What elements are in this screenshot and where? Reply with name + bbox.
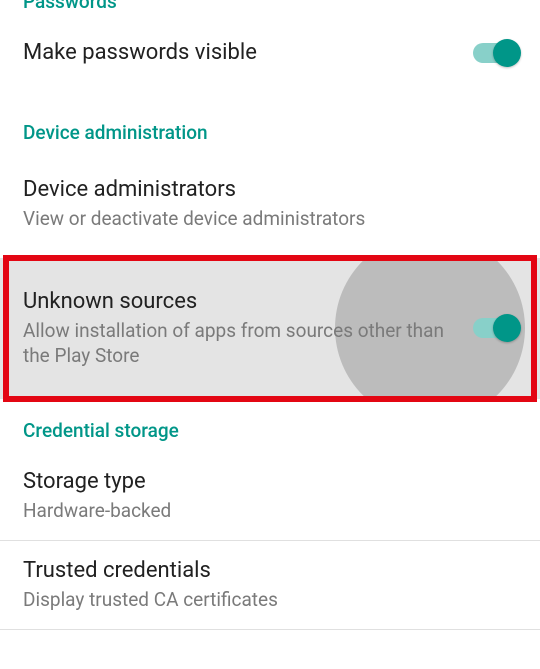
row-device-administrators[interactable]: Device administrators View or deactivate… <box>0 160 540 248</box>
row-text: Device administrators View or deactivate… <box>23 176 517 232</box>
section-header-passwords: Passwords <box>0 0 540 23</box>
row-text: Storage type Hardware-backed <box>23 468 517 524</box>
row-make-passwords-visible[interactable]: Make passwords visible <box>0 23 540 83</box>
row-subtitle: Display trusted CA certificates <box>23 588 505 613</box>
row-subtitle: Allow installation of apps from sources … <box>23 319 461 368</box>
row-text: Trusted credentials Display trusted CA c… <box>23 557 517 613</box>
unknown-sources-wrap: Unknown sources Allow installation of ap… <box>0 258 540 399</box>
row-title: Make passwords visible <box>23 39 461 67</box>
divider <box>0 629 540 630</box>
row-text: Make passwords visible <box>23 39 473 67</box>
toggle-knob <box>493 314 521 342</box>
row-title: Unknown sources <box>23 288 461 316</box>
row-subtitle: View or deactivate device administrators <box>23 207 505 232</box>
section-header-credential-storage: Credential storage <box>0 409 540 452</box>
row-storage-type[interactable]: Storage type Hardware-backed <box>0 452 540 540</box>
row-unknown-sources[interactable]: Unknown sources Allow installation of ap… <box>0 258 540 399</box>
row-title: Storage type <box>23 468 505 496</box>
toggle-knob <box>493 39 521 67</box>
row-title: Trusted credentials <box>23 557 505 585</box>
row-text: Unknown sources Allow installation of ap… <box>23 288 473 369</box>
row-trusted-credentials[interactable]: Trusted credentials Display trusted CA c… <box>0 541 540 629</box>
row-title: Device administrators <box>23 176 505 204</box>
toggle-unknown-sources[interactable] <box>473 318 517 338</box>
section-header-device-admin: Device administration <box>0 111 540 154</box>
toggle-make-passwords-visible[interactable] <box>473 43 517 63</box>
row-subtitle: Hardware-backed <box>23 499 505 524</box>
